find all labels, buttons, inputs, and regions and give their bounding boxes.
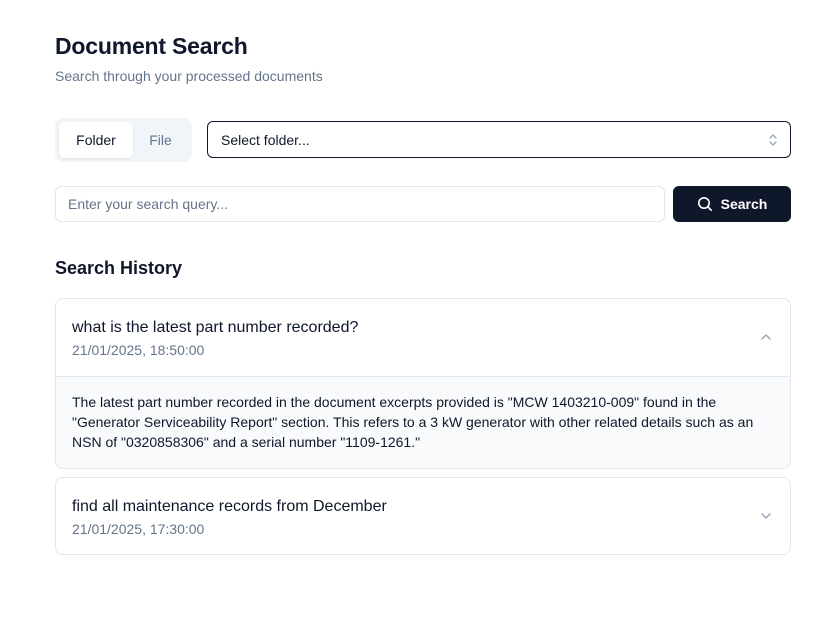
toggle-file[interactable]: File (133, 122, 188, 158)
search-input[interactable] (55, 186, 665, 222)
history-item-timestamp: 21/01/2025, 18:50:00 (72, 342, 205, 358)
chevron-down-icon[interactable] (760, 510, 772, 522)
folder-select-value: Select folder... (221, 131, 310, 148)
search-history-title: Search History (55, 258, 183, 278)
history-item-header[interactable]: what is the latest part number recorded?… (56, 299, 790, 376)
history-item-timestamp: 21/01/2025, 17:30:00 (72, 521, 205, 537)
search-button[interactable]: Search (673, 186, 791, 222)
search-icon (697, 197, 712, 211)
history-item-query: find all maintenance records from Decemb… (72, 498, 387, 515)
chevrons-up-down-icon (769, 133, 777, 146)
history-item: what is the latest part number recorded?… (55, 298, 791, 469)
page-subtitle: Search through your processed documents (55, 68, 323, 84)
search-button-label: Search (720, 196, 768, 212)
history-item: find all maintenance records from Decemb… (55, 477, 791, 555)
page-title: Document Search (55, 33, 248, 59)
history-item-header[interactable]: find all maintenance records from Decemb… (56, 478, 790, 554)
history-item-query: what is the latest part number recorded? (72, 319, 359, 336)
history-item-answer: The latest part number recorded in the d… (56, 376, 790, 468)
chevron-up-icon[interactable] (760, 331, 772, 343)
source-toggle: Folder File (55, 118, 192, 162)
folder-select[interactable]: Select folder... (207, 121, 791, 158)
toggle-folder[interactable]: Folder (59, 122, 133, 158)
